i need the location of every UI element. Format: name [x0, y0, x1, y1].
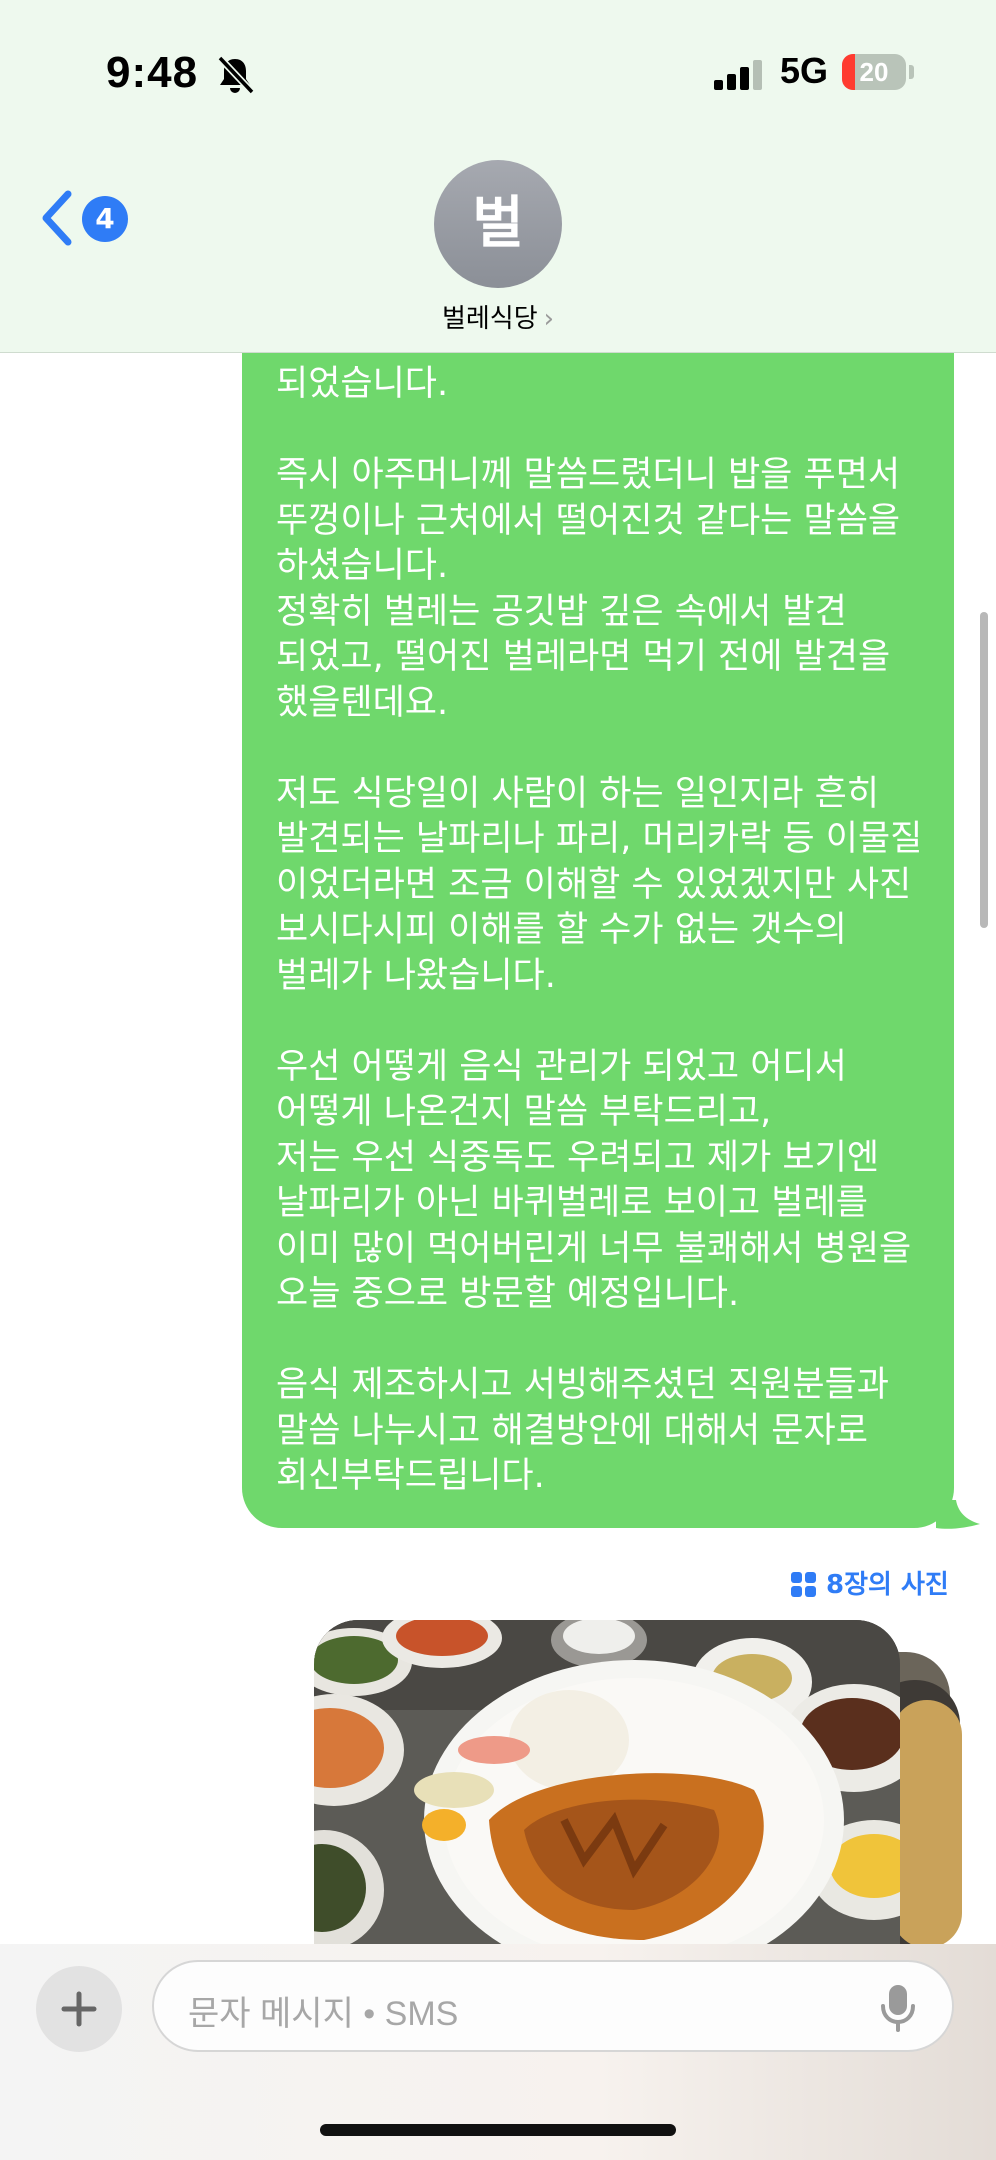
message-line: 우선 어떻게 음식 관리가 되었고 어디서	[276, 1046, 847, 1087]
message-line: 발견되는 날파리나 파리, 머리카락 등 이물질	[276, 819, 923, 859]
photo-count-label: 장의 사진	[844, 1570, 949, 1600]
plus-icon	[61, 1991, 97, 2027]
message-input[interactable]: 문자 메시지 • SMS	[152, 1960, 954, 2052]
message-line: 저는 우선 식중독도 우려되고 제가 보기엔	[276, 1137, 880, 1178]
message-line: 이었더라면 조금 이해할 수 있었겠지만 사진	[276, 864, 912, 905]
photo-stack-layer	[892, 1700, 962, 1948]
message-line: 보시다시피 이해를 할 수가 없는 갯수의	[276, 910, 847, 950]
message-text: 되었습니다. 즉시 아주머니께 말씀드렸더니 밥을 푸면서 뚜껑이나 근처에서 …	[276, 362, 926, 1500]
food-photo-image	[314, 1620, 900, 1950]
scrollbar[interactable]	[980, 612, 988, 928]
message-line: 되었습니다.	[276, 364, 449, 404]
message-input-placeholder: 문자 메시지 • SMS	[188, 1995, 459, 2033]
message-line: 이미 많이 먹어버린게 너무 불쾌해서 병원을	[276, 1228, 912, 1269]
message-paragraph: 되었습니다.	[276, 362, 926, 408]
message-line: 어떻게 나온건지 말씀 부탁드리고,	[276, 1092, 772, 1132]
battery-icon: 20	[842, 54, 906, 90]
message-line: 저도 식당일이 사람이 하는 일인지라 흔히	[276, 773, 880, 814]
navigation-header: 9:48 5G 20 4 벌 벌레식당 ›	[0, 0, 996, 353]
unread-count-badge: 4	[82, 196, 128, 242]
add-attachment-button[interactable]	[36, 1966, 122, 2052]
message-line: 음식 제조하시고 서빙해주셨던 직원분들과	[276, 1365, 889, 1405]
message-line: 회신부탁드립니다.	[276, 1456, 545, 1496]
bubble-tail	[936, 1500, 980, 1529]
message-paragraph: 즉시 아주머니께 말씀드렸더니 밥을 푸면서 뚜껑이나 근처에서 떨어진것 같다…	[276, 453, 926, 726]
photo-grid-icon	[791, 1572, 816, 1597]
back-button[interactable]: 4	[36, 184, 132, 254]
message-bubble[interactable]: 되었습니다. 즉시 아주머니께 말씀드렸더니 밥을 푸면서 뚜껑이나 근처에서 …	[242, 300, 954, 1528]
message-line: 즉시 아주머니께 말씀드렸더니 밥을 푸면서	[276, 455, 901, 495]
message-line: 뚜껑이나 근처에서 떨어진것 같다는 말씀을	[276, 500, 901, 541]
microphone-icon[interactable]	[880, 1984, 916, 2032]
message-line: 벌레가 나왔습니다.	[276, 955, 556, 996]
message-paragraph: 우선 어떻게 음식 관리가 되었고 어디서 어떻게 나온건지 말씀 부탁드리고,…	[276, 1045, 926, 1318]
message-paragraph: 저도 식당일이 사람이 하는 일인지라 흔히 발견되는 날파리나 파리, 머리카…	[276, 772, 926, 1000]
photo-count-number: 8	[826, 1570, 845, 1600]
home-indicator[interactable]	[320, 2124, 676, 2136]
status-time: 9:48	[106, 48, 199, 97]
photo-attachment[interactable]	[314, 1620, 900, 1950]
message-line: 했을텐데요.	[276, 682, 449, 723]
message-line: 말씀 나누시고 해결방안에 대해서 문자로	[276, 1410, 868, 1451]
battery-cap	[909, 65, 914, 79]
bell-slash-icon	[217, 55, 255, 95]
signal-icon	[714, 60, 762, 90]
message-line: 오늘 중으로 방문할 예정입니다.	[276, 1274, 740, 1314]
message-line: 정확히 벌레는 공깃밥 깊은 속에서 발견	[276, 591, 847, 632]
chevron-right-icon: ›	[543, 304, 555, 334]
network-type: 5G	[780, 50, 829, 91]
photo-count-link[interactable]: 8장의 사진	[790, 1564, 949, 1601]
message-line: 하셨습니다.	[276, 546, 449, 586]
message-line: 되었고, 떨어진 벌레라면 먹기 전에 발견을	[276, 637, 891, 677]
battery-percent: 20	[859, 57, 889, 87]
contact-name: 벌레식당	[441, 304, 538, 334]
message-paragraph: 음식 제조하시고 서빙해주셨던 직원분들과 말씀 나누시고 해결방안에 대해서 …	[276, 1363, 926, 1500]
message-line: 날파리가 아닌 바퀴벌레로 보이고 벌레를	[276, 1183, 868, 1223]
contact-avatar[interactable]: 벌	[434, 160, 562, 288]
contact-name-button[interactable]: 벌레식당 ›	[0, 298, 996, 335]
back-chevron-icon	[42, 190, 72, 246]
